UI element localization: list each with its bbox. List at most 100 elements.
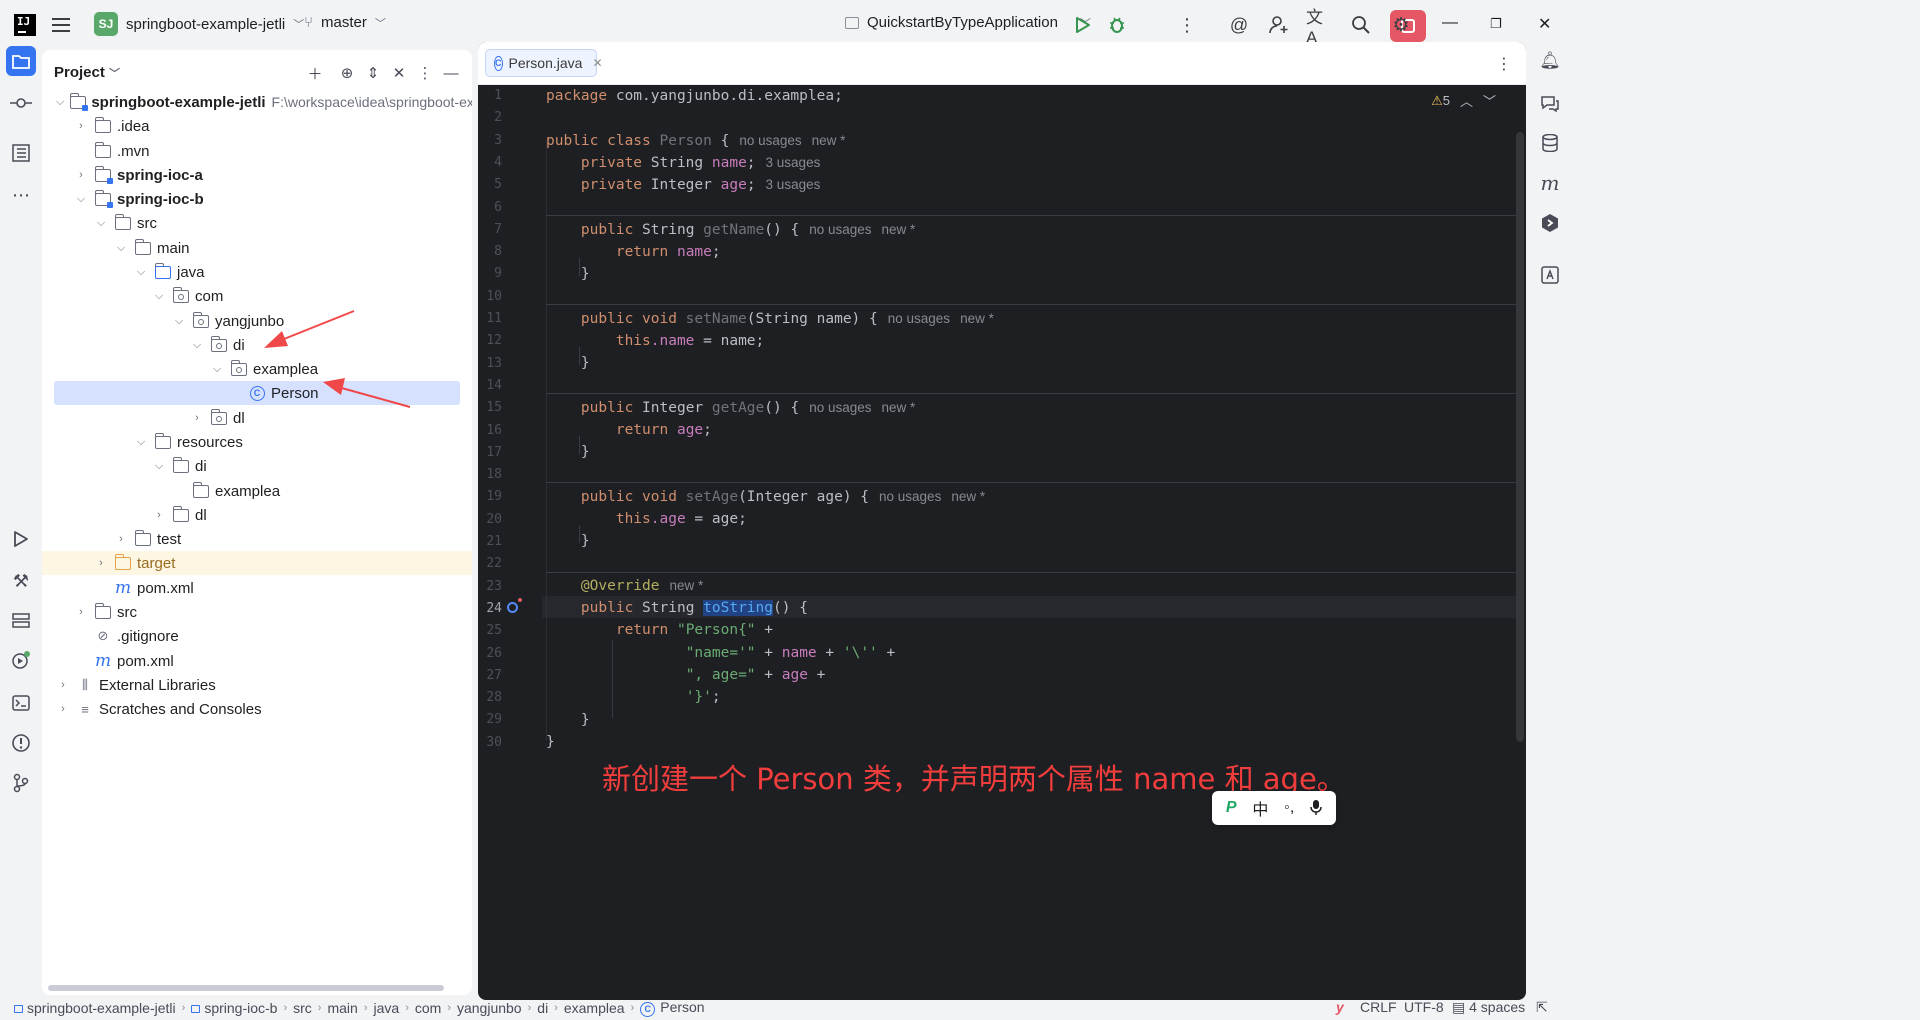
plugin-icon[interactable]: [1537, 210, 1563, 236]
code-line-4[interactable]: private String name; 3 usages: [546, 152, 820, 174]
more-actions-icon[interactable]: ⋮: [1174, 12, 1200, 38]
override-marker-icon[interactable]: [507, 598, 522, 613]
ime-status-icon: y: [1336, 999, 1344, 1015]
code-line-8[interactable]: return name;: [546, 241, 721, 263]
code-line-15[interactable]: public Integer getAge() {no usages new *: [546, 397, 915, 419]
search-icon[interactable]: [1348, 12, 1374, 38]
inspection-widget[interactable]: ⚠5 ︿ ﹀: [1431, 91, 1496, 110]
line-number: 4: [494, 154, 502, 170]
prev-highlight-icon: ︿: [1459, 94, 1473, 109]
tab-options-icon[interactable]: ⋮: [1496, 54, 1512, 74]
branch-switcher[interactable]: ⑂ master ﹀: [304, 14, 386, 31]
code-line-17[interactable]: }: [546, 441, 590, 463]
line-number: 19: [486, 489, 502, 505]
line-separator[interactable]: CRLF: [1360, 999, 1397, 1015]
debug-tool-icon[interactable]: [8, 648, 34, 674]
class-icon: C: [494, 55, 503, 71]
line-number: 7: [494, 221, 502, 237]
indent-setting[interactable]: ▤ 4 spaces: [1452, 999, 1525, 1016]
run-config-name: QuickstartByTypeApplication: [867, 14, 1058, 31]
code-line-24[interactable]: public String toString() {: [546, 597, 808, 619]
code-line-16[interactable]: return age;: [546, 419, 712, 441]
code-line-25[interactable]: return "Person{" +: [546, 619, 773, 641]
structure-icon[interactable]: [8, 140, 34, 166]
code-line-23[interactable]: @Override new *: [546, 575, 703, 597]
breadcrumb-item[interactable]: C Person: [640, 999, 705, 1017]
tab-person-java[interactable]: C Person.java ✕: [485, 49, 603, 77]
breadcrumb-item[interactable]: java: [374, 1000, 400, 1016]
line-number: 22: [486, 556, 502, 572]
code-line-1[interactable]: package com.yangjunbo.di.examplea;: [546, 85, 843, 107]
code-line-3[interactable]: public class Person {no usages new *: [546, 130, 845, 152]
code-line-28[interactable]: '}';: [546, 686, 721, 708]
code-line-7[interactable]: public String getName() {no usages new *: [546, 219, 915, 241]
code-line-12[interactable]: this.name = name;: [546, 330, 764, 352]
maven-tool-icon[interactable]: m: [1537, 170, 1563, 196]
breadcrumb-item[interactable]: main: [327, 1000, 357, 1016]
problems-icon[interactable]: [8, 730, 34, 756]
line-number: 17: [486, 444, 502, 460]
project-panel: Project ﹀ ＋ ⊕ ⇕ ✕ ⋮ — ⌵ springboot-examp…: [42, 50, 472, 995]
run-tool-icon[interactable]: [8, 526, 34, 552]
readonly-toggle-icon[interactable]: ⇱: [1536, 999, 1548, 1016]
breadcrumb-separator-icon: ›: [363, 1001, 368, 1014]
line-number: 30: [486, 734, 502, 750]
restore-icon[interactable]: ❐: [1490, 16, 1502, 32]
code-line-9[interactable]: }: [546, 263, 590, 285]
minimize-icon[interactable]: —: [1442, 14, 1458, 32]
file-encoding[interactable]: UTF-8: [1404, 999, 1444, 1015]
code-line-26[interactable]: "name='" + name + '\'' +: [546, 642, 896, 664]
close-tab-icon[interactable]: ✕: [592, 56, 602, 70]
run-config-selector[interactable]: QuickstartByTypeApplication ﹀: [845, 14, 1091, 31]
commit-icon[interactable]: [8, 90, 34, 116]
project-tool-icon[interactable]: [6, 46, 36, 76]
ime-toolbar[interactable]: P 中 ◦,: [1212, 791, 1336, 825]
settings-gear-icon[interactable]: ⚙: [1388, 12, 1414, 38]
breadcrumb-item[interactable]: com: [415, 1000, 441, 1016]
vertical-scrollbar[interactable]: [1516, 132, 1524, 742]
breadcrumb-separator-icon: ›: [630, 1001, 635, 1014]
horizontal-scrollbar[interactable]: [42, 981, 472, 995]
notifications-icon[interactable]: 🔔︎: [1537, 48, 1563, 74]
build-icon[interactable]: ⚒: [8, 568, 34, 594]
ai-assistant-icon[interactable]: @: [1226, 12, 1252, 38]
breadcrumb-item[interactable]: yangjunbo: [457, 1000, 522, 1016]
database-icon[interactable]: [1537, 130, 1563, 156]
chevron-down-icon: ﹀: [293, 19, 305, 31]
ai-chat-icon[interactable]: [1537, 90, 1563, 116]
debug-icon[interactable]: [1104, 12, 1130, 38]
ime-punctuation-toggle[interactable]: ◦,: [1284, 799, 1294, 817]
breadcrumb-item[interactable]: di: [537, 1000, 548, 1016]
services-icon[interactable]: [8, 608, 34, 634]
microphone-icon[interactable]: [1310, 799, 1322, 818]
code-line-19[interactable]: public void setAge(Integer age) {no usag…: [546, 486, 985, 508]
project-switcher[interactable]: SJ springboot-example-jetli ﹀: [94, 12, 304, 36]
code-line-20[interactable]: this.age = age;: [546, 508, 747, 530]
breadcrumb-item[interactable]: src: [293, 1000, 312, 1016]
code-line-5[interactable]: private Integer age; 3 usages: [546, 174, 820, 196]
run-icon[interactable]: [1070, 12, 1096, 38]
line-number: 8: [494, 244, 502, 260]
code-line-30[interactable]: }: [546, 731, 555, 753]
line-number: 23: [486, 578, 502, 594]
code-line-29[interactable]: }: [546, 709, 590, 731]
breadcrumb-item[interactable]: springboot-example-jetli: [14, 1000, 176, 1016]
code-line-11[interactable]: public void setName(String name) {no usa…: [546, 308, 994, 330]
code-with-me-icon[interactable]: [1266, 12, 1292, 38]
more-tools-icon[interactable]: ⋯: [8, 182, 34, 208]
right-tool-strip: 🔔︎ m: [1530, 50, 1570, 995]
translate-icon[interactable]: 文A: [1306, 8, 1332, 47]
status-bar: springboot-example-jetli › spring-ioc-b › sr…: [0, 999, 1920, 1020]
text-tool-icon[interactable]: [1537, 262, 1563, 288]
ime-language-toggle[interactable]: 中: [1252, 796, 1268, 820]
code-line-13[interactable]: }: [546, 352, 590, 374]
breadcrumb-item[interactable]: examplea: [564, 1000, 625, 1016]
code-line-21[interactable]: }: [546, 530, 590, 552]
breadcrumb-item[interactable]: spring-ioc-b: [191, 1000, 277, 1016]
git-icon[interactable]: [8, 770, 34, 796]
main-menu-icon[interactable]: [48, 12, 74, 38]
line-number: 20: [486, 511, 502, 527]
terminal-icon[interactable]: [8, 690, 34, 716]
code-line-27[interactable]: ", age=" + age +: [546, 664, 826, 686]
close-icon[interactable]: ✕: [1538, 14, 1551, 34]
